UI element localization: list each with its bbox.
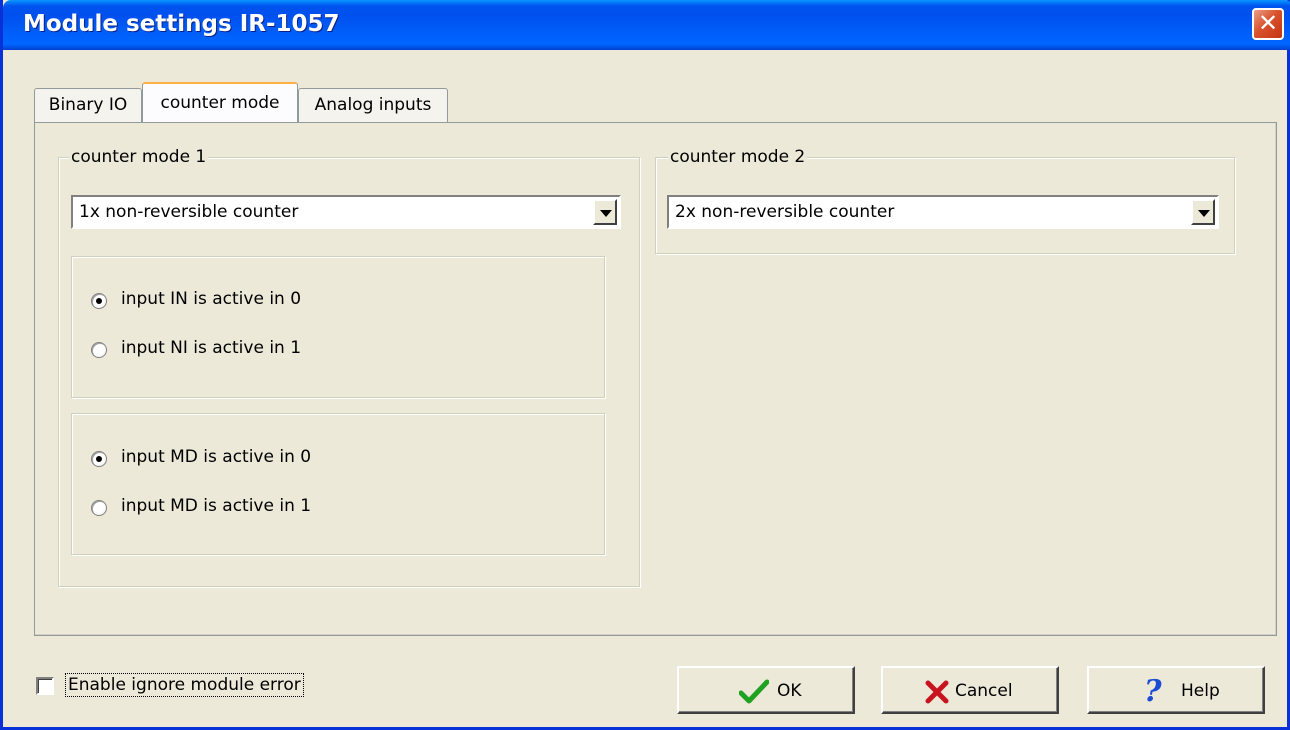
group-input-in — [71, 256, 605, 398]
select-value: 2x non-reversible counter — [675, 202, 895, 222]
ok-button[interactable]: OK — [677, 666, 855, 714]
radio-input-ni-active-1[interactable] — [91, 342, 107, 358]
tab-label: Analog inputs — [314, 95, 432, 115]
window-title: Module settings IR-1057 — [23, 11, 340, 37]
help-label: Help — [1181, 681, 1220, 701]
close-button[interactable]: ✕ — [1252, 8, 1284, 40]
ignore-module-error-label[interactable]: Enable ignore module error — [65, 673, 304, 697]
chevron-down-icon[interactable] — [1191, 199, 1215, 225]
select-value: 1x non-reversible counter — [79, 202, 299, 222]
ignore-module-error-checkbox[interactable] — [36, 677, 54, 695]
counter-mode-1-select[interactable]: 1x non-reversible counter — [71, 195, 621, 229]
chevron-down-icon[interactable] — [593, 199, 617, 225]
checkmark-icon — [739, 679, 769, 704]
radio-input-md-active-1[interactable] — [91, 500, 107, 516]
help-button[interactable]: ? Help — [1087, 666, 1265, 714]
title-bar[interactable]: Module settings IR-1057 ✕ — [3, 0, 1290, 50]
radio-label: input MD is active in 1 — [121, 496, 312, 516]
group-title: counter mode 2 — [668, 147, 808, 167]
radio-input-in-active-0[interactable] — [91, 293, 107, 309]
group-title: counter mode 1 — [69, 147, 209, 167]
dialog-window: Module settings IR-1057 ✕ Binary IO coun… — [0, 0, 1290, 730]
cancel-label: Cancel — [955, 681, 1013, 701]
radio-label: input NI is active in 1 — [121, 338, 302, 358]
radio-label: input MD is active in 0 — [121, 447, 312, 467]
radio-label: input IN is active in 0 — [121, 289, 302, 309]
tab-label: Binary IO — [48, 95, 128, 115]
tab-binary-io[interactable]: Binary IO — [34, 88, 142, 122]
tab-label: counter mode — [160, 93, 280, 113]
x-icon — [925, 680, 949, 704]
radio-input-md-active-0[interactable] — [91, 451, 107, 467]
tab-counter-mode[interactable]: counter mode — [142, 82, 298, 122]
question-icon: ? — [1144, 674, 1162, 709]
tab-analog-inputs[interactable]: Analog inputs — [298, 88, 448, 122]
cancel-button[interactable]: Cancel — [881, 666, 1059, 714]
counter-mode-2-select[interactable]: 2x non-reversible counter — [667, 195, 1219, 229]
group-input-md — [71, 413, 605, 555]
close-icon: ✕ — [1257, 9, 1279, 37]
ok-label: OK — [777, 681, 802, 701]
